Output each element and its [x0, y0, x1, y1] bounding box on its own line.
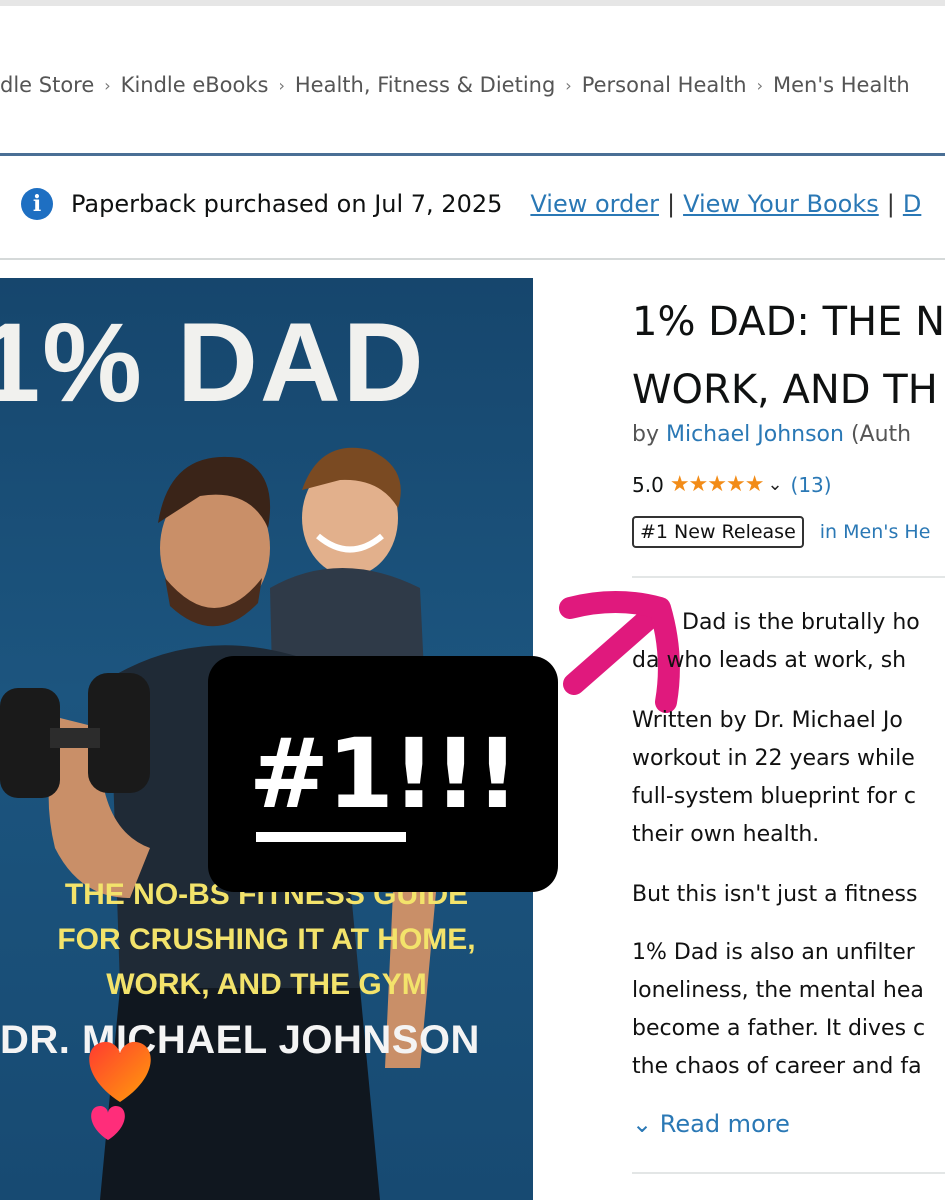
- author-link[interactable]: Michael Johnson: [666, 422, 844, 447]
- purchase-notice-text: Paperback purchased on Jul 7, 2025: [71, 190, 503, 218]
- description-line: full-system blueprint for c: [632, 784, 916, 809]
- breadcrumb-separator-icon: ›: [104, 75, 111, 95]
- chevron-down-icon: ⌄: [632, 1110, 653, 1138]
- breadcrumb-item-health-fitness[interactable]: Health, Fitness & Dieting: [295, 73, 555, 97]
- read-more-toggle[interactable]: ⌄ Read more: [632, 1110, 790, 1138]
- star-rating-icon[interactable]: ★★★★★: [670, 472, 765, 497]
- breadcrumb-separator-icon: ›: [278, 75, 285, 95]
- cover-subtitle-line: WORK, AND THE GYM: [106, 968, 427, 1001]
- notice-link-truncated[interactable]: D: [903, 190, 921, 218]
- section-divider: [632, 1172, 945, 1174]
- top-divider: [0, 0, 945, 6]
- description-line: workout in 22 years while: [632, 746, 915, 771]
- best-seller-badge-row: #1 New Release in Men's He: [632, 516, 930, 548]
- chevron-down-icon[interactable]: ⌄: [767, 474, 782, 495]
- breadcrumb-item-mens-health[interactable]: Men's Health: [773, 73, 910, 97]
- cover-author: DR. MICHAEL JOHNSON: [0, 1018, 480, 1062]
- heart-icon: [89, 1041, 151, 1140]
- link-separator: |: [666, 190, 676, 218]
- product-title-line: 1% DAD: THE N: [632, 299, 945, 345]
- new-release-badge[interactable]: #1 New Release: [632, 516, 804, 548]
- description-line: their own health.: [632, 822, 820, 847]
- description-line: But this isn't just a fitness: [632, 882, 918, 907]
- cover-title: 1% DAD: [0, 300, 426, 425]
- badge-category-link[interactable]: in Men's He: [820, 521, 931, 543]
- cover-subtitle-line: FOR CRUSHING IT AT HOME,: [57, 923, 476, 956]
- view-order-link[interactable]: View order: [530, 190, 659, 218]
- product-title: 1% DAD: THE N WORK, AND TH: [632, 288, 945, 424]
- byline-prefix: by: [632, 422, 659, 447]
- link-separator: |: [886, 190, 895, 218]
- breadcrumb-item-personal-health[interactable]: Personal Health: [582, 73, 747, 97]
- read-more-label: Read more: [659, 1110, 790, 1138]
- byline: by Michael Johnson (Auth: [632, 422, 911, 447]
- description-line: da who leads at work, sh: [632, 648, 907, 673]
- number-one-sticker: #1!!!: [208, 656, 558, 892]
- rating-summary[interactable]: 5.0 ★★★★★ ⌄ (13): [632, 472, 832, 497]
- description-line: Dad is the brutally ho: [682, 610, 920, 635]
- sticker-text: #1!!!: [248, 718, 520, 830]
- info-icon: i: [21, 188, 53, 220]
- description-line: 1% Dad is also an unfilter: [632, 940, 915, 965]
- description-divider: [632, 576, 945, 578]
- author-role: (Auth: [850, 422, 912, 447]
- breadcrumb-separator-icon: ›: [756, 75, 764, 95]
- breadcrumb-item-kindle-ebooks[interactable]: Kindle eBooks: [121, 73, 269, 97]
- rating-count-link[interactable]: (13): [791, 473, 832, 497]
- notice-top-border: [0, 153, 945, 156]
- sticker-underline: [256, 832, 406, 842]
- purchase-notice: i Paperback purchased on Jul 7, 2025 Vie…: [0, 172, 921, 236]
- description-line: the chaos of career and fa: [632, 1054, 922, 1079]
- description-line: Written by Dr. Michael Jo: [632, 708, 903, 733]
- view-your-books-link[interactable]: View Your Books: [683, 190, 879, 218]
- breadcrumb-separator-icon: ›: [565, 75, 572, 95]
- notice-bottom-border: [0, 258, 945, 260]
- description-line: become a father. It dives c: [632, 1016, 926, 1041]
- description-line: loneliness, the mental hea: [632, 978, 924, 1003]
- cover-subtitle: THE NO-BS FITNESS GUIDE FOR CRUSHING IT …: [0, 872, 533, 1007]
- breadcrumb: dle Store › Kindle eBooks › Health, Fitn…: [0, 70, 910, 100]
- rating-value: 5.0: [632, 472, 664, 497]
- breadcrumb-item-kindle-store[interactable]: dle Store: [0, 73, 94, 97]
- product-title-line: WORK, AND TH: [632, 367, 938, 413]
